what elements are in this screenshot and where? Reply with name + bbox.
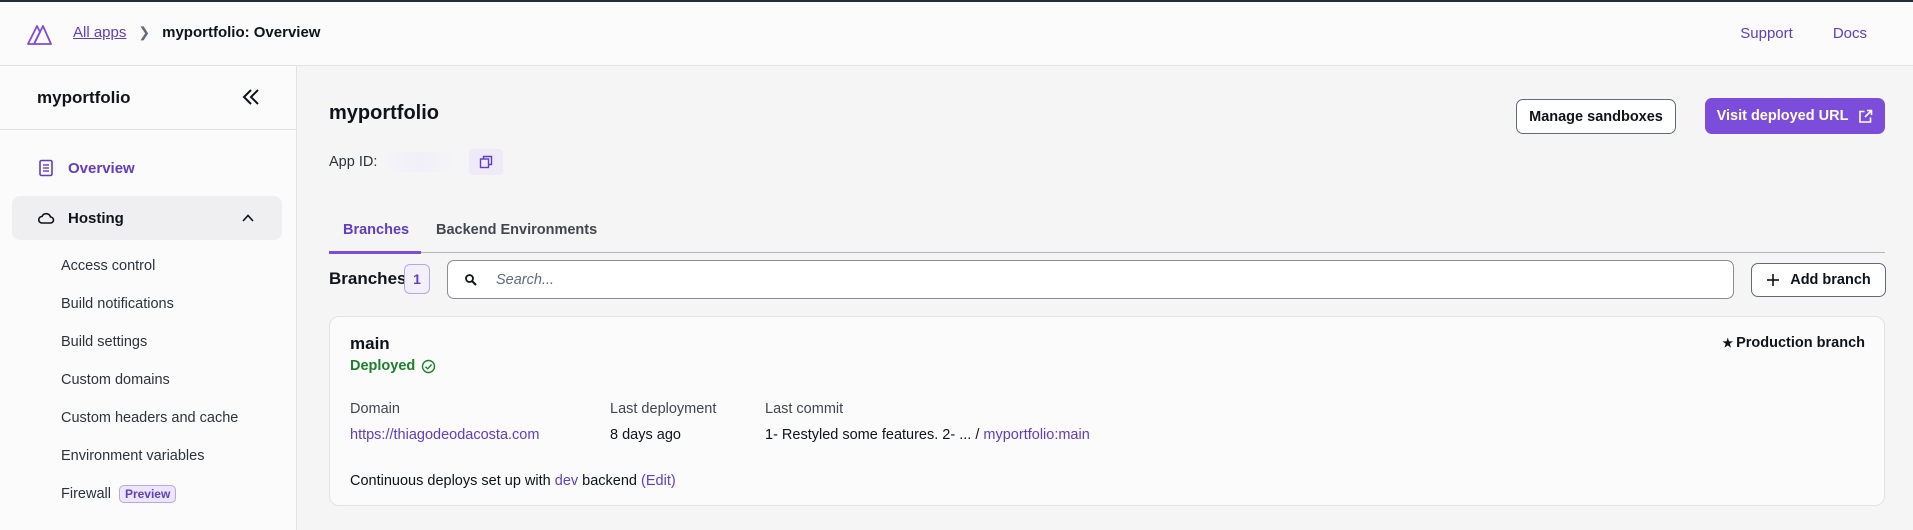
tab-branches[interactable]: Branches — [343, 222, 409, 238]
sidebar-item-hosting[interactable]: Hosting — [12, 196, 282, 240]
cd-prefix: Continuous deploys set up with — [350, 473, 551, 489]
cloud-icon — [38, 212, 55, 224]
copy-app-id-button[interactable] — [469, 149, 504, 175]
last-commit-label: Last commit — [765, 401, 844, 417]
docs-link[interactable]: Docs — [1833, 25, 1867, 42]
last-deployment-label: Last deployment — [610, 401, 717, 417]
chevron-up-icon[interactable] — [240, 210, 256, 226]
sidebar: myportfolio Overview Hosting Access cont… — [0, 66, 297, 530]
manage-sandboxes-button[interactable]: Manage sandboxes — [1516, 99, 1676, 134]
sidebar-item-environment-variables[interactable]: Environment variables — [61, 448, 204, 464]
edit-link[interactable]: (Edit) — [641, 473, 676, 489]
main-content: myportfolio App ID: Manage sandboxes Vis… — [298, 66, 1913, 530]
top-links: Support Docs — [1740, 25, 1867, 42]
sidebar-item-label: Hosting — [68, 209, 124, 227]
cd-suffix: backend — [582, 473, 637, 489]
last-deployment-column: Last deployment 8 days ago — [610, 401, 716, 443]
status-label: Deployed — [350, 358, 416, 374]
tab-list: Branches Backend Environments — [329, 212, 1885, 254]
domain-label: Domain — [350, 401, 400, 417]
app-id-label: App ID: — [329, 154, 378, 170]
sidebar-header: myportfolio — [0, 66, 296, 130]
commit-message: 1- Restyled some features. 2- ... / — [765, 427, 980, 443]
sidebar-item-access-control[interactable]: Access control — [61, 258, 155, 274]
app-id: App ID: — [329, 149, 504, 175]
branch-search[interactable] — [447, 260, 1734, 299]
visit-deployed-url-label: Visit deployed URL — [1716, 108, 1849, 124]
branches-count-badge: 1 — [404, 264, 430, 294]
backend-env-link[interactable]: dev — [555, 473, 578, 489]
tab-backend-environments[interactable]: Backend Environments — [436, 222, 597, 238]
sidebar-item-custom-headers[interactable]: Custom headers and cache — [61, 410, 238, 426]
visit-deployed-url-button[interactable]: Visit deployed URL — [1705, 98, 1885, 134]
add-branch-label: Add branch — [1790, 272, 1871, 288]
page-title: myportfolio — [329, 102, 439, 124]
continuous-deploy-info: Continuous deploys set up with dev backe… — [350, 473, 676, 489]
domain-link[interactable]: https://thiagodeodacosta.com — [350, 427, 539, 443]
active-tab-indicator — [329, 251, 421, 254]
sidebar-item-firewall[interactable]: Firewall Preview — [61, 485, 177, 503]
last-commit-value: 1- Restyled some features. 2- ... / mypo… — [765, 427, 1090, 443]
breadcrumb-all-apps-link[interactable]: All apps — [73, 24, 126, 41]
plus-icon — [1767, 274, 1780, 286]
chevron-right-icon: ❯ — [138, 24, 151, 40]
search-input[interactable] — [496, 271, 1696, 288]
production-branch-indicator: ★ Production branch — [1722, 335, 1865, 351]
commit-ref-link[interactable]: myportfolio:main — [983, 427, 1089, 443]
sidebar-item-overview[interactable]: Overview — [12, 146, 282, 190]
amplify-logo-icon[interactable] — [26, 22, 52, 46]
breadcrumb: All apps ❯ myportfolio: Overview — [73, 24, 320, 41]
top-navigation-bar: All apps ❯ myportfolio: Overview Support… — [0, 0, 1913, 66]
external-link-icon — [1859, 109, 1873, 123]
copy-icon — [480, 155, 493, 169]
search-icon — [465, 273, 477, 286]
sidebar-item-custom-domains[interactable]: Custom domains — [61, 372, 170, 388]
last-commit-column: Last commit 1- Restyled some features. 2… — [765, 401, 1090, 443]
deploy-status: Deployed — [350, 358, 436, 374]
branch-name[interactable]: main — [350, 334, 390, 354]
breadcrumb-current: myportfolio: Overview — [162, 24, 321, 41]
support-link[interactable]: Support — [1740, 25, 1793, 42]
add-branch-button[interactable]: Add branch — [1751, 263, 1886, 297]
document-icon — [39, 159, 53, 177]
app-id-value-redacted — [385, 152, 456, 172]
domain-column: Domain https://thiagodeodacosta.com — [350, 401, 539, 443]
branch-card: main Deployed ★ Production branch Domain… — [329, 316, 1885, 506]
last-deployment-value: 8 days ago — [610, 427, 681, 443]
preview-badge: Preview — [118, 485, 177, 503]
sidebar-item-label: Firewall — [61, 486, 111, 502]
sidebar-item-label: Overview — [68, 159, 135, 177]
branches-heading: Branches — [329, 269, 407, 288]
sidebar-item-build-notifications[interactable]: Build notifications — [61, 296, 174, 312]
sidebar-item-build-settings[interactable]: Build settings — [61, 334, 147, 350]
check-circle-icon — [422, 359, 436, 373]
sidebar-title: myportfolio — [37, 87, 131, 107]
collapse-sidebar-icon[interactable] — [240, 86, 262, 108]
production-label: Production branch — [1736, 335, 1865, 351]
star-icon: ★ — [1722, 336, 1734, 350]
